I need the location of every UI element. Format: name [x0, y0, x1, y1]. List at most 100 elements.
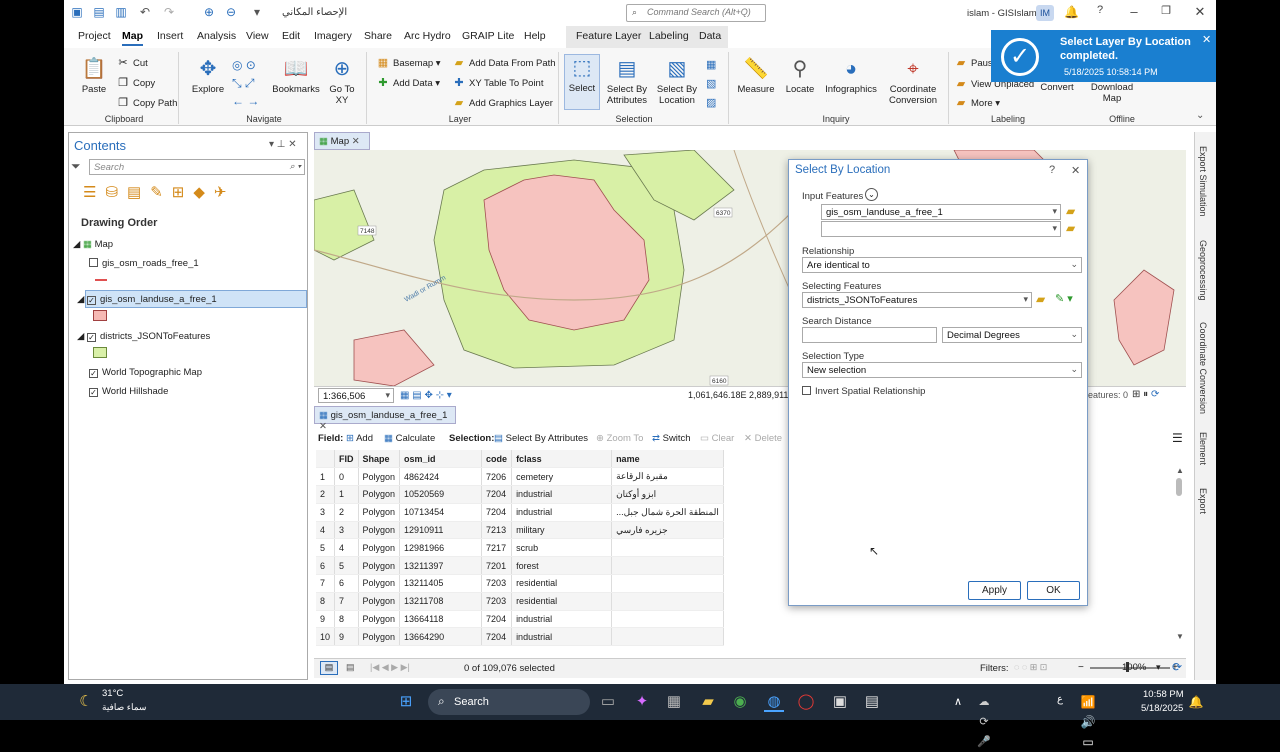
row-number-cell[interactable]: 2 — [316, 485, 336, 504]
project-name[interactable]: الإحصاء المكاني — [282, 7, 347, 18]
table-scroll-down-icon[interactable]: ▼ — [1176, 632, 1184, 641]
table-cell[interactable]: forest — [511, 556, 613, 576]
xy-table-to-point-button[interactable]: ✚ XY Table To Point — [452, 76, 543, 89]
tab-graip-lite[interactable]: GRAIP Lite — [462, 30, 514, 42]
table-cell[interactable]: المنطقة الحرة شمال جبل... — [611, 503, 724, 522]
weather-temperature[interactable]: 31°C — [102, 688, 123, 699]
geoprocessing-tab[interactable]: Geoprocessing — [1198, 240, 1208, 301]
zoom-in-icon[interactable]: ⊕ — [202, 5, 216, 19]
delete-button[interactable]: ✕ Delete — [744, 433, 782, 444]
tab-imagery[interactable]: Imagery — [314, 30, 352, 42]
file-explorer-icon[interactable]: ▰ — [698, 692, 718, 712]
convert-button[interactable]: Convert — [1036, 82, 1078, 93]
redo-icon[interactable]: ↷ — [162, 5, 176, 19]
select-by-attributes-button[interactable]: ▤ Select By Attributes — [604, 56, 650, 106]
table-row[interactable]: 10 9 Polygon 13664290 7204 industrial — [316, 627, 724, 647]
header-shape[interactable]: Shape — [358, 450, 401, 469]
table-select-by-attributes-button[interactable]: ▤ Select By Attributes — [494, 433, 588, 444]
apply-button[interactable]: Apply — [968, 581, 1021, 600]
table-cell[interactable]: residential — [511, 574, 613, 593]
table-cell[interactable]: جزيره فارسي — [611, 521, 724, 540]
table-cell[interactable]: 7204 — [481, 627, 513, 647]
table-cell[interactable]: 1 — [334, 485, 359, 504]
map-nav-icons[interactable]: ▦ ▤ ✥ ⊹ ▾ — [400, 390, 452, 401]
maximize-button[interactable]: ❐ — [1156, 4, 1176, 17]
app-icon-2[interactable]: ▤ — [862, 692, 882, 712]
notification-bell-icon[interactable]: 🔔 — [1064, 5, 1079, 19]
table-cell[interactable]: 7213 — [481, 521, 513, 540]
table-cell[interactable]: 12910911 — [399, 521, 483, 540]
table-cell[interactable]: 3 — [334, 521, 359, 540]
cut-button[interactable]: ✂ Cut — [116, 56, 147, 69]
show-all-records-icon[interactable]: ▤ — [320, 661, 338, 675]
tab-edit[interactable]: Edit — [282, 30, 300, 42]
table-cell[interactable]: 0 — [334, 467, 359, 487]
table-cell[interactable]: ابزو أوكتان — [611, 485, 724, 504]
header-osm-id[interactable]: osm_id — [399, 450, 483, 469]
header-name[interactable]: name — [611, 450, 724, 469]
row-number-cell[interactable]: 9 — [316, 610, 336, 629]
table-cell[interactable]: residential — [511, 592, 613, 611]
add-graphics-layer-button[interactable]: ▰ Add Graphics Layer — [452, 96, 553, 109]
table-cell[interactable]: 7204 — [481, 485, 513, 504]
coordinate-conversion-tab[interactable]: Coordinate Conversion — [1198, 322, 1208, 414]
table-cell[interactable]: Polygon — [358, 574, 401, 593]
calculator-app-icon[interactable]: ▦ — [664, 692, 684, 712]
table-cell[interactable]: industrial — [511, 503, 613, 522]
zoom-out-icon[interactable]: ⊖ — [224, 5, 238, 19]
arcgis-pro-icon[interactable]: ◍ — [764, 692, 784, 712]
row-number-cell[interactable]: 3 — [316, 503, 336, 522]
layer-topographic[interactable]: ✓ World Topographic Map — [89, 367, 202, 378]
table-cell[interactable]: 7 — [334, 592, 359, 611]
table-cell[interactable]: 4 — [334, 538, 359, 558]
table-cell[interactable]: 7203 — [481, 574, 513, 593]
ok-button[interactable]: OK — [1027, 581, 1080, 600]
opera-icon[interactable]: ◯ — [796, 692, 816, 712]
add-field-button[interactable]: ⊞ Add — [346, 433, 373, 444]
table-cell[interactable]: industrial — [511, 485, 613, 504]
table-cell[interactable]: 13211405 — [399, 574, 483, 593]
full-extent-icon[interactable]: ◎ ⊙ — [232, 58, 256, 72]
input-features-field-2[interactable]: ▾ — [821, 221, 1061, 237]
table-cell[interactable]: 8 — [334, 610, 359, 629]
row-number-cell[interactable]: 1 — [316, 467, 336, 487]
filter-icon[interactable]: ⏷ — [71, 159, 81, 174]
show-hidden-icons[interactable]: ∧ — [948, 692, 968, 712]
previous-extent-icon[interactable]: ← → — [232, 94, 259, 108]
dialog-help-button[interactable]: ? — [1049, 164, 1055, 176]
table-cell[interactable]: 13211708 — [399, 592, 483, 611]
table-menu-icon[interactable]: ☰ — [1172, 431, 1183, 445]
save-icon[interactable]: ▥ — [114, 5, 128, 19]
table-cell[interactable] — [611, 610, 724, 629]
table-cell[interactable]: 7217 — [481, 538, 513, 558]
tab-labeling[interactable]: Labeling — [649, 30, 689, 42]
view-toolbar-icons[interactable]: ☰⛁▤✎⊞◆✈ — [83, 183, 235, 201]
map-status-icons[interactable]: ⊞ ⏸ ⟳ — [1132, 389, 1159, 400]
table-row[interactable]: 8 7 Polygon 13211708 7203 residential — [316, 592, 724, 611]
table-cell[interactable]: Polygon — [358, 485, 401, 504]
table-cell[interactable]: 10520569 — [399, 485, 483, 504]
map-tab[interactable]: ▦ Map ✕ — [314, 132, 370, 150]
layer-landuse[interactable]: ◢ ✓ gis_osm_landuse_a_free_1 — [77, 294, 217, 305]
layer-hillshade[interactable]: ✓ World Hillshade — [89, 386, 168, 397]
copy-button[interactable]: ❐ Copy — [116, 76, 155, 89]
row-number-cell[interactable]: 8 — [316, 592, 336, 611]
layer-districts[interactable]: ◢ ✓ districts_JSONToFeatures — [77, 331, 210, 342]
table-cell[interactable]: 5 — [334, 556, 359, 576]
browse-folder-icon[interactable]: ▰ — [1036, 292, 1045, 306]
toast-close-icon[interactable]: ✕ — [1202, 33, 1211, 46]
map-node[interactable]: ◢ ▦ Map — [73, 239, 113, 250]
paste-button[interactable]: 📋 Paste — [76, 56, 112, 95]
show-selected-icon[interactable]: ▤ — [346, 662, 355, 673]
taskbar-date[interactable]: 5/18/2025 — [1141, 703, 1183, 714]
new-project-icon[interactable]: ▣ — [70, 5, 84, 19]
table-cell[interactable] — [611, 592, 724, 611]
explore-button[interactable]: ✥ Explore — [188, 56, 228, 95]
table-cell[interactable]: 7201 — [481, 556, 513, 576]
measure-button[interactable]: 📏 Measure — [736, 56, 776, 95]
table-cell[interactable]: 13664290 — [399, 627, 483, 647]
table-cell[interactable] — [611, 538, 724, 558]
header-fclass[interactable]: fclass — [511, 450, 613, 469]
app-icon[interactable]: ▣ — [830, 692, 850, 712]
tray-icons[interactable]: ☁ ⟳ 🎤 — [974, 692, 994, 748]
